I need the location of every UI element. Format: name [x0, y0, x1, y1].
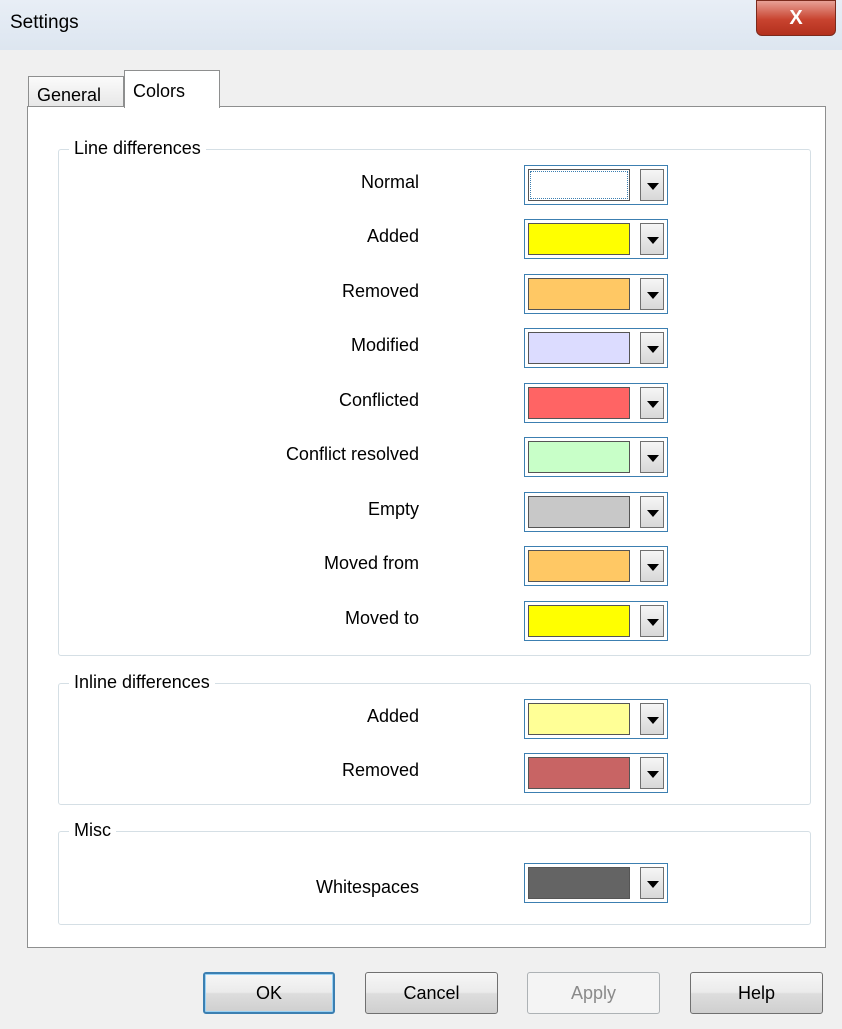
color-swatch: [528, 169, 630, 201]
inline-removed-color-picker[interactable]: [524, 753, 668, 793]
modified-color-picker[interactable]: [524, 328, 668, 368]
color-swatch: [528, 278, 630, 310]
ok-button-label: OK: [255, 982, 282, 1003]
tab-general-label: General: [37, 85, 102, 105]
color-swatch: [528, 867, 630, 899]
conflicted-color-picker[interactable]: [524, 383, 668, 423]
color-swatch: [528, 605, 630, 637]
color-swatch: [528, 757, 630, 789]
title-bar: Settings X: [0, 0, 842, 50]
help-button-label: Help: [737, 982, 776, 1003]
apply-button[interactable]: Apply: [527, 972, 660, 1014]
whitespaces-label: Whitespaces: [315, 877, 419, 897]
color-swatch: [528, 223, 630, 255]
removed-label: Removed: [341, 281, 419, 301]
close-icon: X: [789, 6, 803, 29]
color-swatch: [528, 703, 630, 735]
inline-differences-label: Inline differences: [69, 672, 215, 693]
added-color-picker[interactable]: [524, 219, 668, 259]
chevron-down-icon[interactable]: [640, 278, 664, 310]
inline-removed-label: Removed: [341, 760, 419, 780]
chevron-down-icon[interactable]: [640, 757, 664, 789]
chevron-down-icon[interactable]: [640, 387, 664, 419]
chevron-down-icon[interactable]: [640, 605, 664, 637]
tab-colors[interactable]: Colors: [124, 70, 220, 108]
conflict-resolved-color-picker[interactable]: [524, 437, 668, 477]
removed-color-picker[interactable]: [524, 274, 668, 314]
line-differences-group: Line differences Normal Added Removed Mo…: [58, 138, 811, 656]
conflicted-label: Conflicted: [338, 390, 419, 410]
inline-added-color-picker[interactable]: [524, 699, 668, 739]
window-title: Settings: [10, 12, 79, 33]
cancel-button[interactable]: Cancel: [365, 972, 498, 1014]
moved-from-color-picker[interactable]: [524, 546, 668, 586]
color-swatch: [528, 496, 630, 528]
empty-label: Empty: [367, 499, 419, 519]
color-swatch: [528, 441, 630, 473]
inline-added-label: Added: [366, 706, 419, 726]
help-button[interactable]: Help: [690, 972, 823, 1014]
chevron-down-icon[interactable]: [640, 169, 664, 201]
chevron-down-icon[interactable]: [640, 441, 664, 473]
chevron-down-icon[interactable]: [640, 867, 664, 899]
modified-label: Modified: [350, 335, 419, 355]
empty-color-picker[interactable]: [524, 492, 668, 532]
colors-tab-panel: Line differences Normal Added Removed Mo…: [27, 106, 826, 948]
line-differences-label: Line differences: [69, 138, 206, 159]
normal-label: Normal: [360, 172, 419, 192]
normal-color-picker[interactable]: [524, 165, 668, 205]
tab-colors-label: Colors: [133, 81, 186, 101]
tab-general[interactable]: General: [28, 76, 124, 108]
chevron-down-icon[interactable]: [640, 496, 664, 528]
chevron-down-icon[interactable]: [640, 550, 664, 582]
chevron-down-icon[interactable]: [640, 703, 664, 735]
ok-button[interactable]: OK: [203, 972, 335, 1014]
chevron-down-icon[interactable]: [640, 223, 664, 255]
misc-group: Misc Whitespaces: [58, 820, 811, 925]
cancel-button-label: Cancel: [403, 982, 460, 1003]
added-label: Added: [366, 226, 419, 246]
apply-button-label: Apply: [570, 982, 617, 1003]
color-swatch: [528, 332, 630, 364]
chevron-down-icon[interactable]: [640, 332, 664, 364]
close-button[interactable]: X: [756, 0, 836, 36]
whitespaces-color-picker[interactable]: [524, 863, 668, 903]
moved-from-label: Moved from: [323, 553, 419, 573]
misc-label: Misc: [69, 820, 116, 841]
inline-differences-group: Inline differences Added Removed: [58, 672, 811, 805]
color-swatch: [528, 550, 630, 582]
conflict-resolved-label: Conflict resolved: [285, 444, 419, 464]
moved-to-label: Moved to: [344, 608, 419, 628]
color-swatch: [528, 387, 630, 419]
moved-to-color-picker[interactable]: [524, 601, 668, 641]
